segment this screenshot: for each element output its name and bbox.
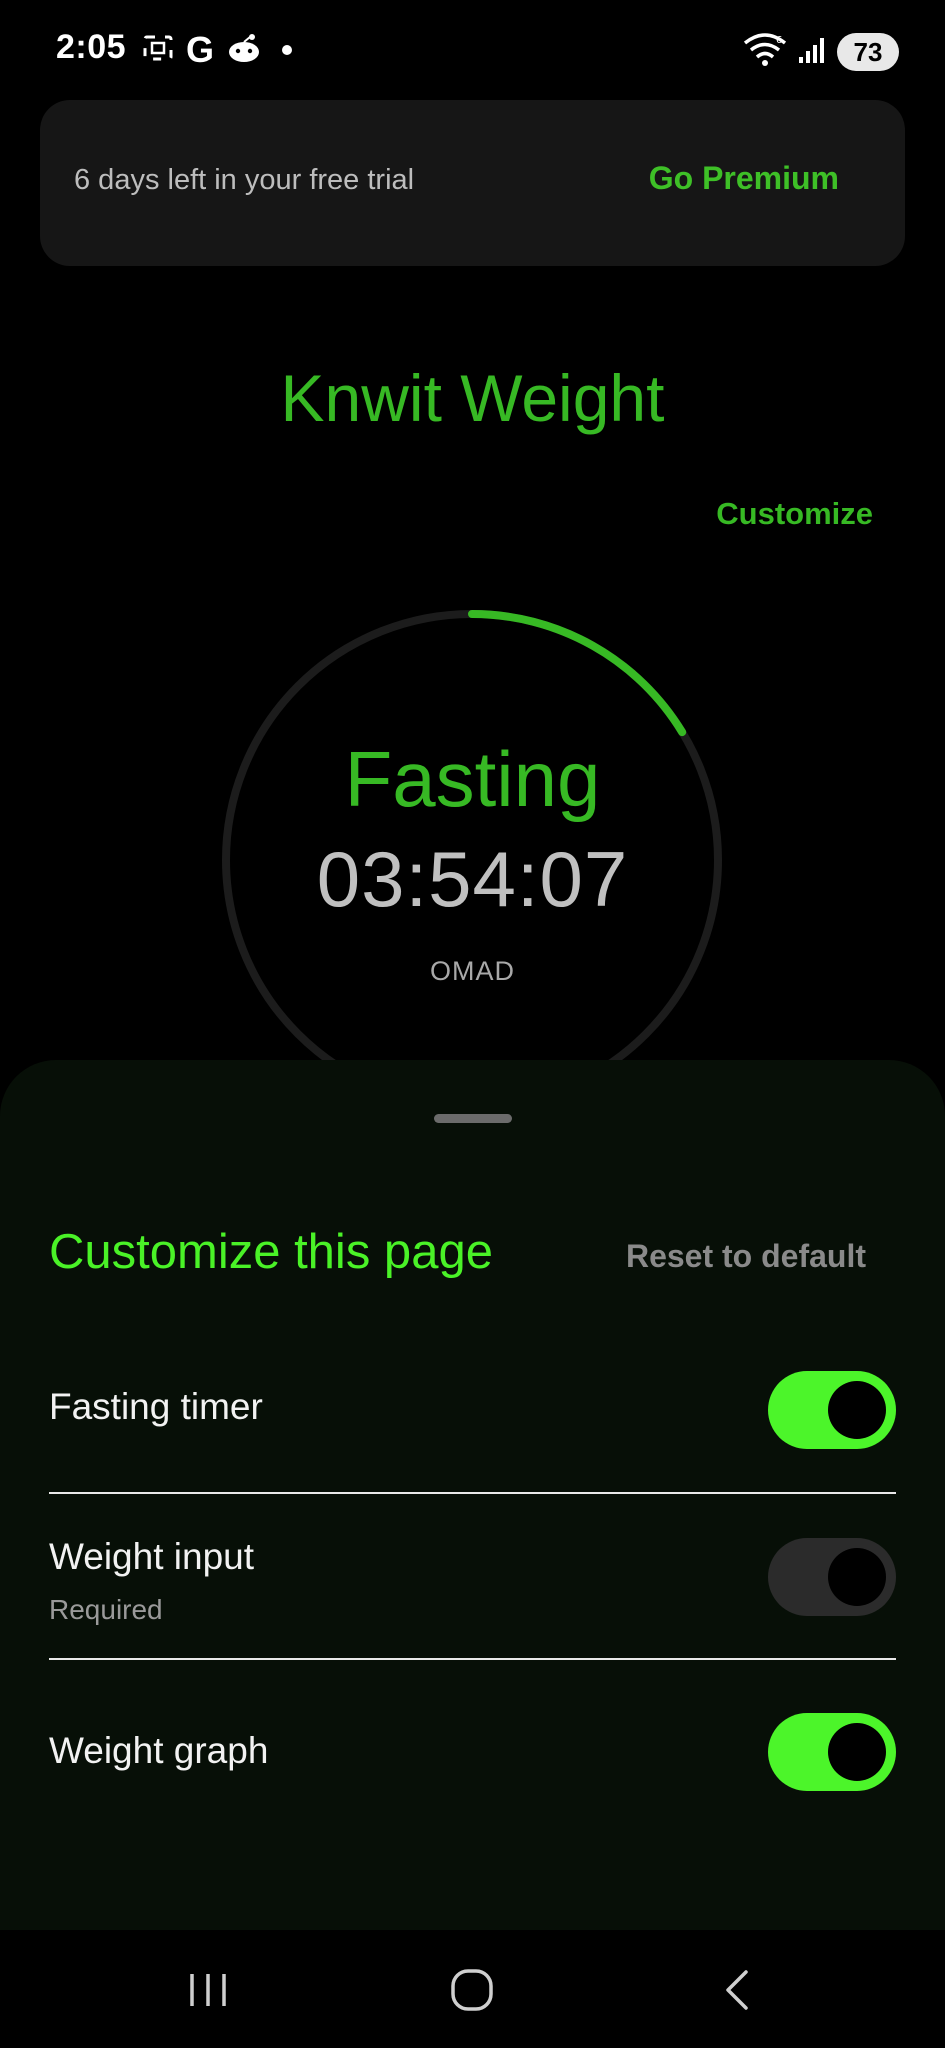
fasting-state-label: Fasting: [344, 735, 601, 823]
home-button[interactable]: [432, 1960, 512, 2020]
back-icon: [726, 1970, 748, 2010]
fasting-plan: OMAD: [430, 956, 515, 986]
fasting-timer-ring: [222, 610, 722, 1100]
toggle-knob: [828, 1381, 886, 1439]
setting-sublabel: Required: [49, 1594, 163, 1625]
navigation-bar: [0, 1930, 945, 2048]
toggle-knob: [828, 1723, 886, 1781]
setting-row-weight-input: Weight input Required: [49, 1530, 896, 1640]
setting-label: Weight graph: [49, 1730, 269, 1771]
home-icon: [451, 1969, 493, 2011]
recent-apps-button[interactable]: [168, 1960, 248, 2020]
setting-row-fasting-timer: Fasting timer: [49, 1366, 896, 1456]
fasting-timer-toggle[interactable]: [768, 1371, 896, 1449]
app-screen: 2:05 G 6 73 6 days left in your free tri…: [0, 0, 945, 2048]
back-button[interactable]: [698, 1960, 778, 2020]
setting-row-weight-graph: Weight graph: [49, 1710, 896, 1800]
weight-graph-toggle[interactable]: [768, 1713, 896, 1791]
divider: [49, 1658, 896, 1660]
setting-label: Fasting timer: [49, 1386, 263, 1427]
recent-apps-icon: [190, 1974, 226, 2006]
sheet-title: Customize this page: [49, 1225, 493, 1279]
sheet-drag-handle[interactable]: [434, 1114, 512, 1123]
timer-progress-arc: [468, 610, 687, 737]
elapsed-time: 03:54:07: [316, 835, 629, 923]
setting-label: Weight input: [49, 1536, 254, 1577]
divider: [49, 1492, 896, 1494]
reset-to-default-button[interactable]: Reset to default: [626, 1238, 866, 1275]
weight-input-toggle[interactable]: [768, 1538, 896, 1616]
toggle-knob: [828, 1548, 886, 1606]
customize-sheet: Customize this page Reset to default Fas…: [0, 1060, 945, 1930]
